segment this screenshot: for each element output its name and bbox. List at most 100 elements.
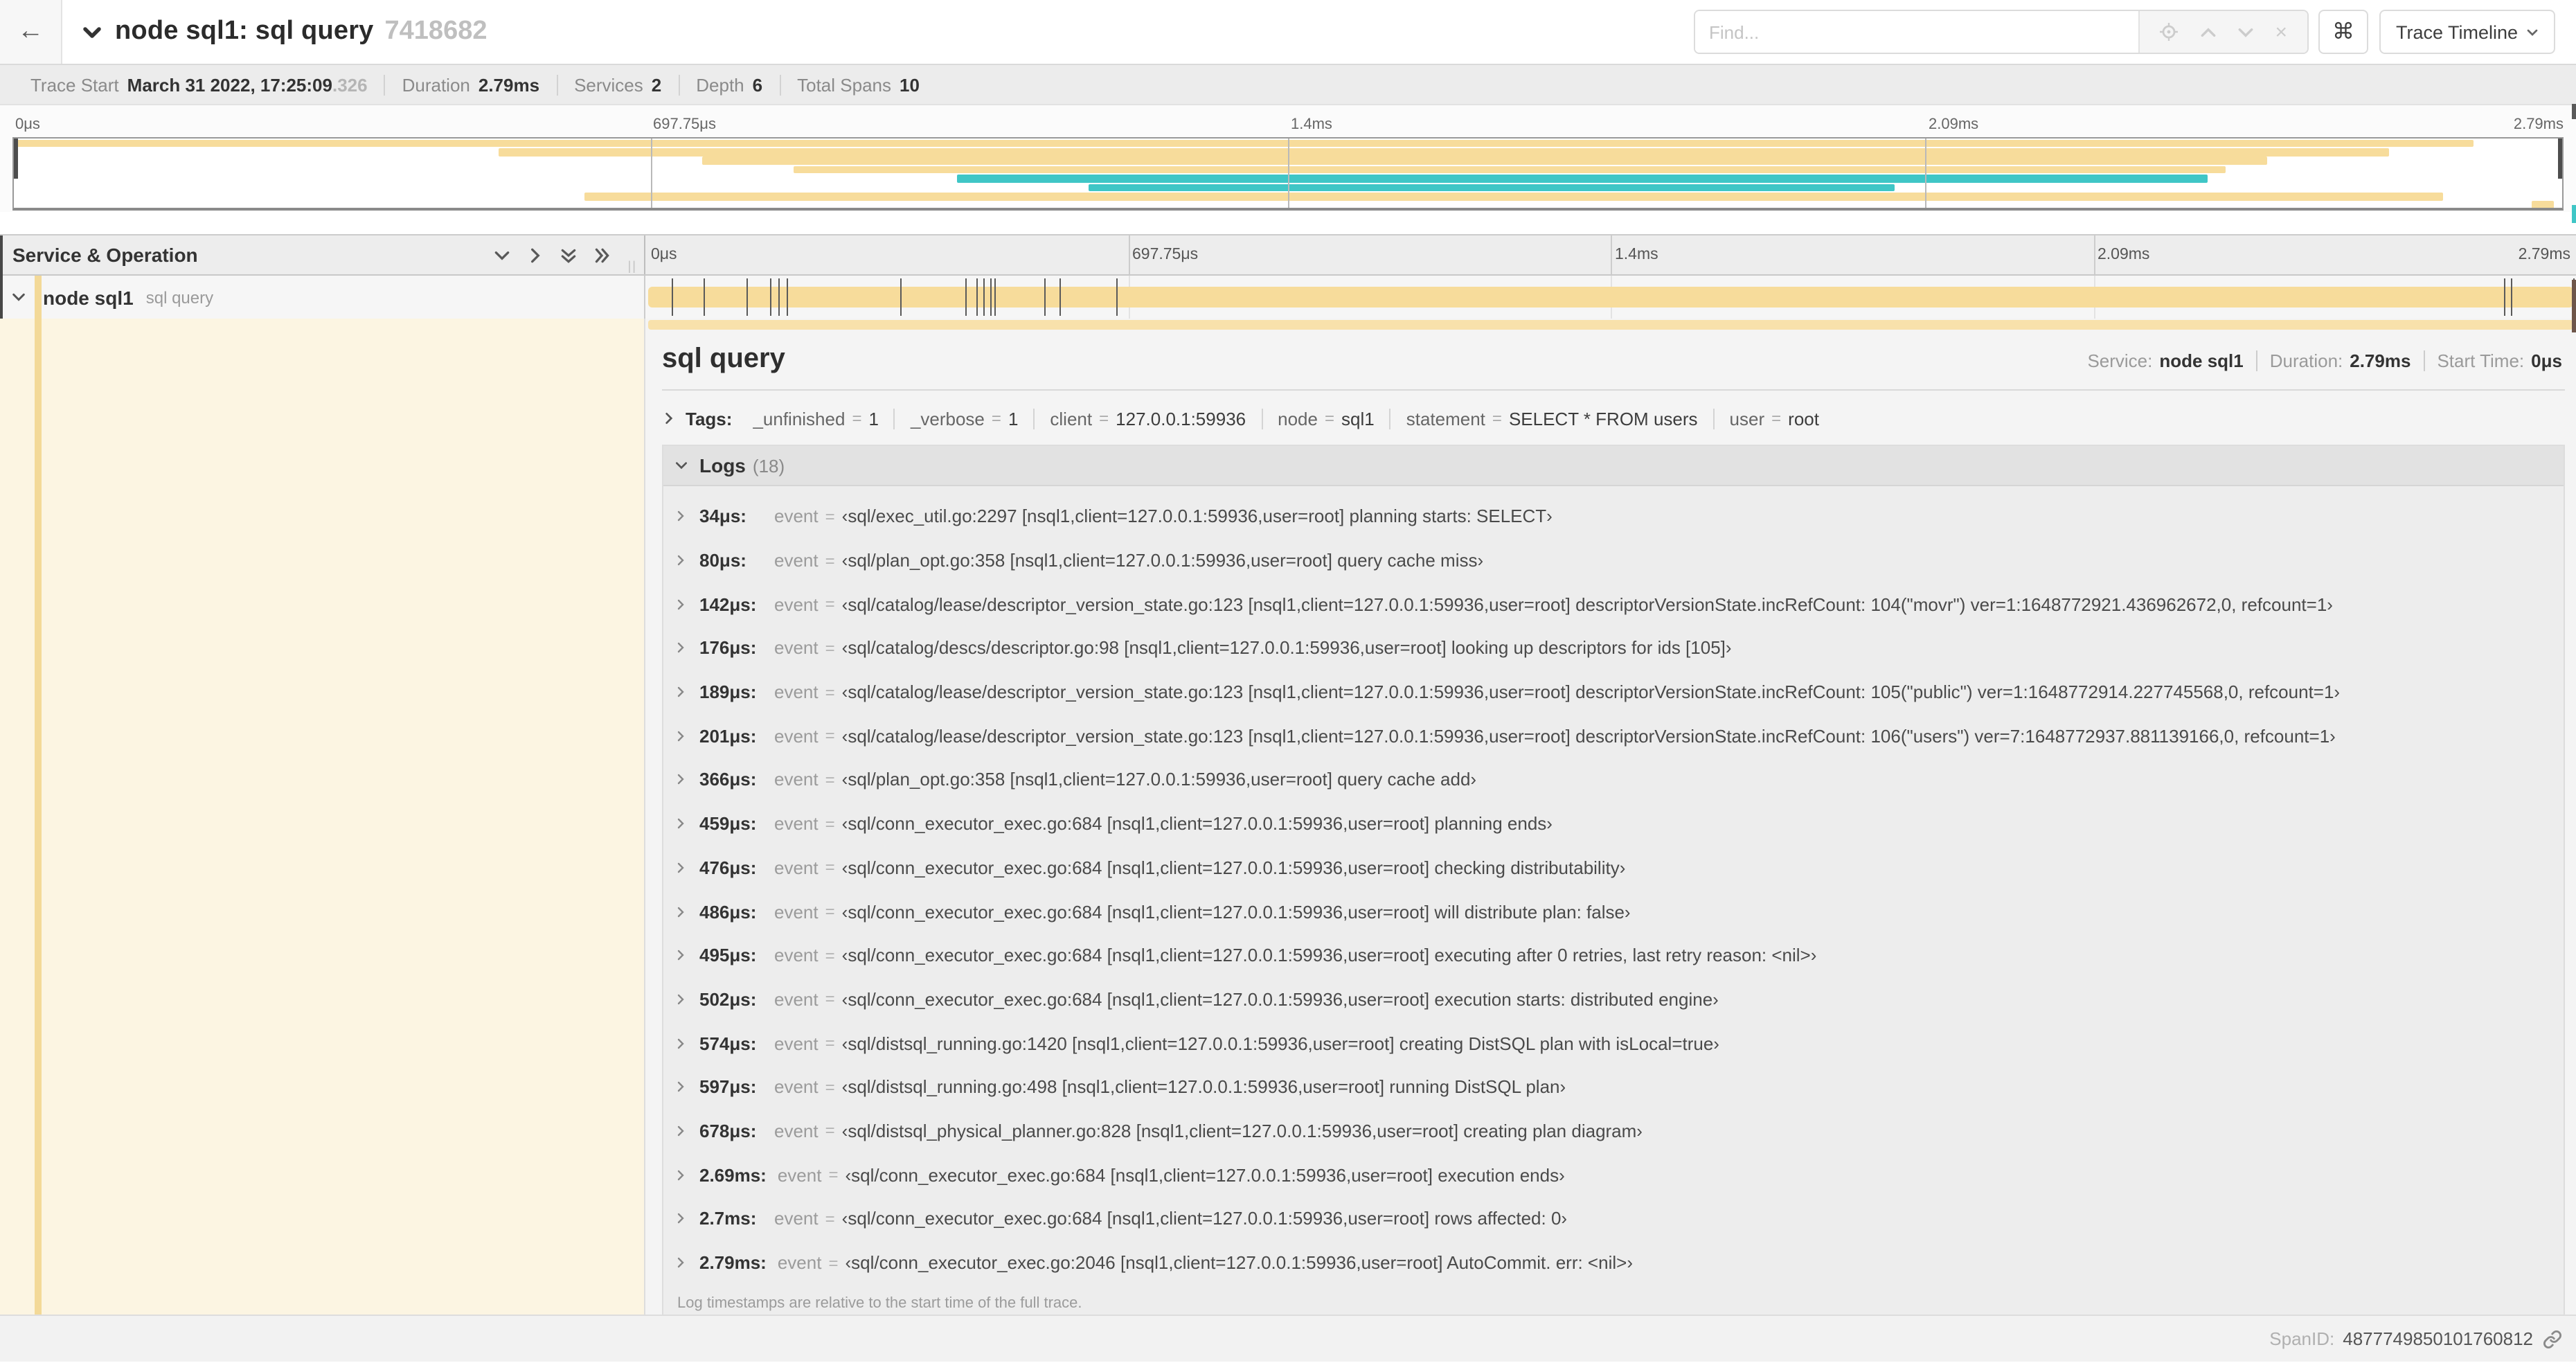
- log-entry[interactable]: 2.7ms: event = ‹sql/conn_executor_exec.g…: [674, 1197, 2564, 1240]
- gridline: [1611, 235, 1612, 274]
- span-row-name-cell[interactable]: node sql1 sql query: [0, 276, 645, 319]
- equals-sign: =: [825, 902, 835, 922]
- log-entry[interactable]: 574μs: event = ‹sql/distsql_running.go:1…: [674, 1022, 2564, 1065]
- log-entry[interactable]: 678μs: event = ‹sql/distsql_physical_pla…: [674, 1109, 2564, 1152]
- chevron-down-icon: [676, 462, 687, 470]
- log-field-name: event: [777, 1164, 822, 1186]
- span-row-node-sql1[interactable]: node sql1 sql query: [0, 276, 2576, 319]
- equals-sign: =: [825, 857, 835, 878]
- expand-one-chevron-right-icon[interactable]: [526, 246, 544, 264]
- logs-header[interactable]: Logs (18): [663, 446, 2564, 486]
- gridline: [651, 139, 652, 208]
- equals-sign: =: [991, 409, 1001, 428]
- equals-sign: =: [825, 506, 835, 526]
- minimap-right-handle[interactable]: [2558, 139, 2562, 179]
- log-field-name: event: [774, 901, 819, 923]
- summary-value: 6: [752, 74, 763, 95]
- minimap-left-handle[interactable]: [14, 139, 18, 179]
- span-id-label: SpanID:: [2269, 1328, 2335, 1349]
- ruler-tick-label: 2.79ms: [2518, 247, 2570, 263]
- next-match-chevron-down-icon[interactable]: [2237, 23, 2255, 41]
- log-entry[interactable]: 597μs: event = ‹sql/distsql_running.go:4…: [674, 1065, 2564, 1109]
- find-input[interactable]: [1695, 11, 2138, 53]
- back-button[interactable]: ←: [0, 0, 62, 64]
- minimap-span: [701, 157, 2267, 166]
- tag-item: _unfinished = 1: [737, 408, 894, 429]
- logs-section: Logs (18) 34μs: event = ‹sql/exec_util.g…: [662, 445, 2565, 1315]
- log-value: ‹sql/catalog/lease/descriptor_version_st…: [841, 725, 2336, 747]
- chevron-right-icon: [677, 906, 684, 917]
- span-service-name: node sql1: [43, 286, 134, 308]
- log-field-name: event: [774, 550, 819, 571]
- prev-match-chevron-up-icon[interactable]: [2199, 23, 2217, 41]
- chevron-right-icon: [677, 1257, 684, 1268]
- chevron-right-icon: [677, 819, 684, 829]
- collapse-deep-double-chevron-down-icon[interactable]: [560, 246, 578, 264]
- minimap-tick-label: 697.75μs: [653, 116, 716, 133]
- minimap-span: [14, 139, 2474, 148]
- span-operation-title: sql query: [662, 344, 785, 374]
- chevron-right-icon: [677, 643, 684, 654]
- log-value: ‹sql/conn_executor_exec.go:684 [nsql1,cl…: [841, 857, 1626, 878]
- chevron-down-icon: [2527, 28, 2538, 35]
- log-entry[interactable]: 80μs: event = ‹sql/plan_opt.go:358 [nsql…: [674, 538, 2564, 582]
- clear-find-icon[interactable]: ×: [2275, 21, 2288, 42]
- log-field-name: event: [774, 813, 819, 835]
- log-entry[interactable]: 189μs: event = ‹sql/catalog/lease/descri…: [674, 670, 2564, 714]
- logs-count: (18): [752, 455, 785, 476]
- summary-value: March 31 2022, 17:25:09: [127, 74, 332, 95]
- log-marker-tick: [769, 278, 771, 316]
- span-row-bar-cell[interactable]: [645, 276, 2576, 319]
- chevron-right-icon: [677, 1082, 684, 1092]
- collapse-trace-chevron[interactable]: [82, 21, 102, 42]
- log-entry[interactable]: 2.69ms: event = ‹sql/conn_executor_exec.…: [674, 1153, 2564, 1197]
- column-resize-grip[interactable]: ||: [628, 259, 637, 273]
- scrollbar-strip[interactable]: [2572, 0, 2576, 1363]
- summary-label: Services: [574, 74, 643, 95]
- log-entry[interactable]: 366μs: event = ‹sql/plan_opt.go:358 [nsq…: [674, 758, 2564, 801]
- log-entry[interactable]: 476μs: event = ‹sql/conn_executor_exec.g…: [674, 846, 2564, 889]
- minimap-tick-label: 0μs: [15, 116, 40, 133]
- minimap-ruler: 0μs 697.75μs 1.4ms 2.09ms 2.79ms: [12, 105, 2564, 137]
- collapse-all-chevron-down-icon[interactable]: [493, 246, 511, 264]
- tag-item: node = sql1: [1261, 408, 1390, 429]
- locate-icon[interactable]: [2160, 22, 2179, 42]
- log-marker-tick: [1044, 278, 1046, 316]
- equals-sign: =: [1099, 409, 1109, 428]
- log-entry[interactable]: 486μs: event = ‹sql/conn_executor_exec.g…: [674, 889, 2564, 933]
- log-value: ‹sql/distsql_running.go:1420 [nsql1,clie…: [841, 1033, 1719, 1054]
- minimap-span: [498, 148, 2389, 157]
- span-collapse-chevron[interactable]: [11, 289, 26, 305]
- tags-row[interactable]: Tags: _unfinished = 1 _verbose = 1 clien…: [662, 403, 2565, 434]
- summary-value: 2: [651, 74, 662, 95]
- log-entry[interactable]: 201μs: event = ‹sql/catalog/lease/descri…: [674, 714, 2564, 758]
- log-value: ‹sql/conn_executor_exec.go:684 [nsql1,cl…: [841, 988, 1719, 1010]
- summary-value: 2.79ms: [478, 74, 540, 95]
- deep-link-icon[interactable]: [2543, 1329, 2562, 1348]
- minimap-span: [2531, 201, 2555, 208]
- log-entry[interactable]: 142μs: event = ‹sql/catalog/lease/descri…: [674, 582, 2564, 626]
- tag-value: SELECT * FROM users: [1508, 408, 1698, 429]
- log-field-name: event: [774, 857, 819, 878]
- keyboard-shortcuts-button[interactable]: ⌘: [2318, 10, 2368, 54]
- trace-summary-bar: Trace Start March 31 2022, 17:25:09.326 …: [0, 64, 2576, 105]
- log-marker-tick: [976, 278, 978, 316]
- log-value: ‹sql/conn_executor_exec.go:684 [nsql1,cl…: [841, 945, 1817, 966]
- equals-sign: =: [828, 1253, 839, 1273]
- trace-view-selector[interactable]: Trace Timeline: [2379, 10, 2555, 54]
- log-entry[interactable]: 502μs: event = ‹sql/conn_executor_exec.g…: [674, 977, 2564, 1021]
- log-marker-tick: [1116, 278, 1118, 316]
- log-entry[interactable]: 34μs: event = ‹sql/exec_util.go:2297 [ns…: [674, 495, 2564, 538]
- log-timestamp: 476μs:: [699, 857, 757, 878]
- log-entry[interactable]: 176μs: event = ‹sql/catalog/descs/descri…: [674, 626, 2564, 670]
- log-field-name: event: [774, 1076, 819, 1098]
- trace-overview: 0μs 697.75μs 1.4ms 2.09ms 2.79ms: [0, 105, 2576, 212]
- minimap-canvas[interactable]: [12, 137, 2564, 211]
- expand-collapse-controls: [493, 246, 611, 264]
- log-timestamp: 366μs:: [699, 769, 757, 790]
- log-entry[interactable]: 459μs: event = ‹sql/conn_executor_exec.g…: [674, 802, 2564, 846]
- log-entry[interactable]: 495μs: event = ‹sql/conn_executor_exec.g…: [674, 934, 2564, 977]
- log-entry[interactable]: 2.79ms: event = ‹sql/conn_executor_exec.…: [674, 1240, 2564, 1284]
- expand-all-double-chevron-right-icon[interactable]: [593, 246, 611, 264]
- minimap-tick-label: 2.79ms: [2513, 116, 2564, 133]
